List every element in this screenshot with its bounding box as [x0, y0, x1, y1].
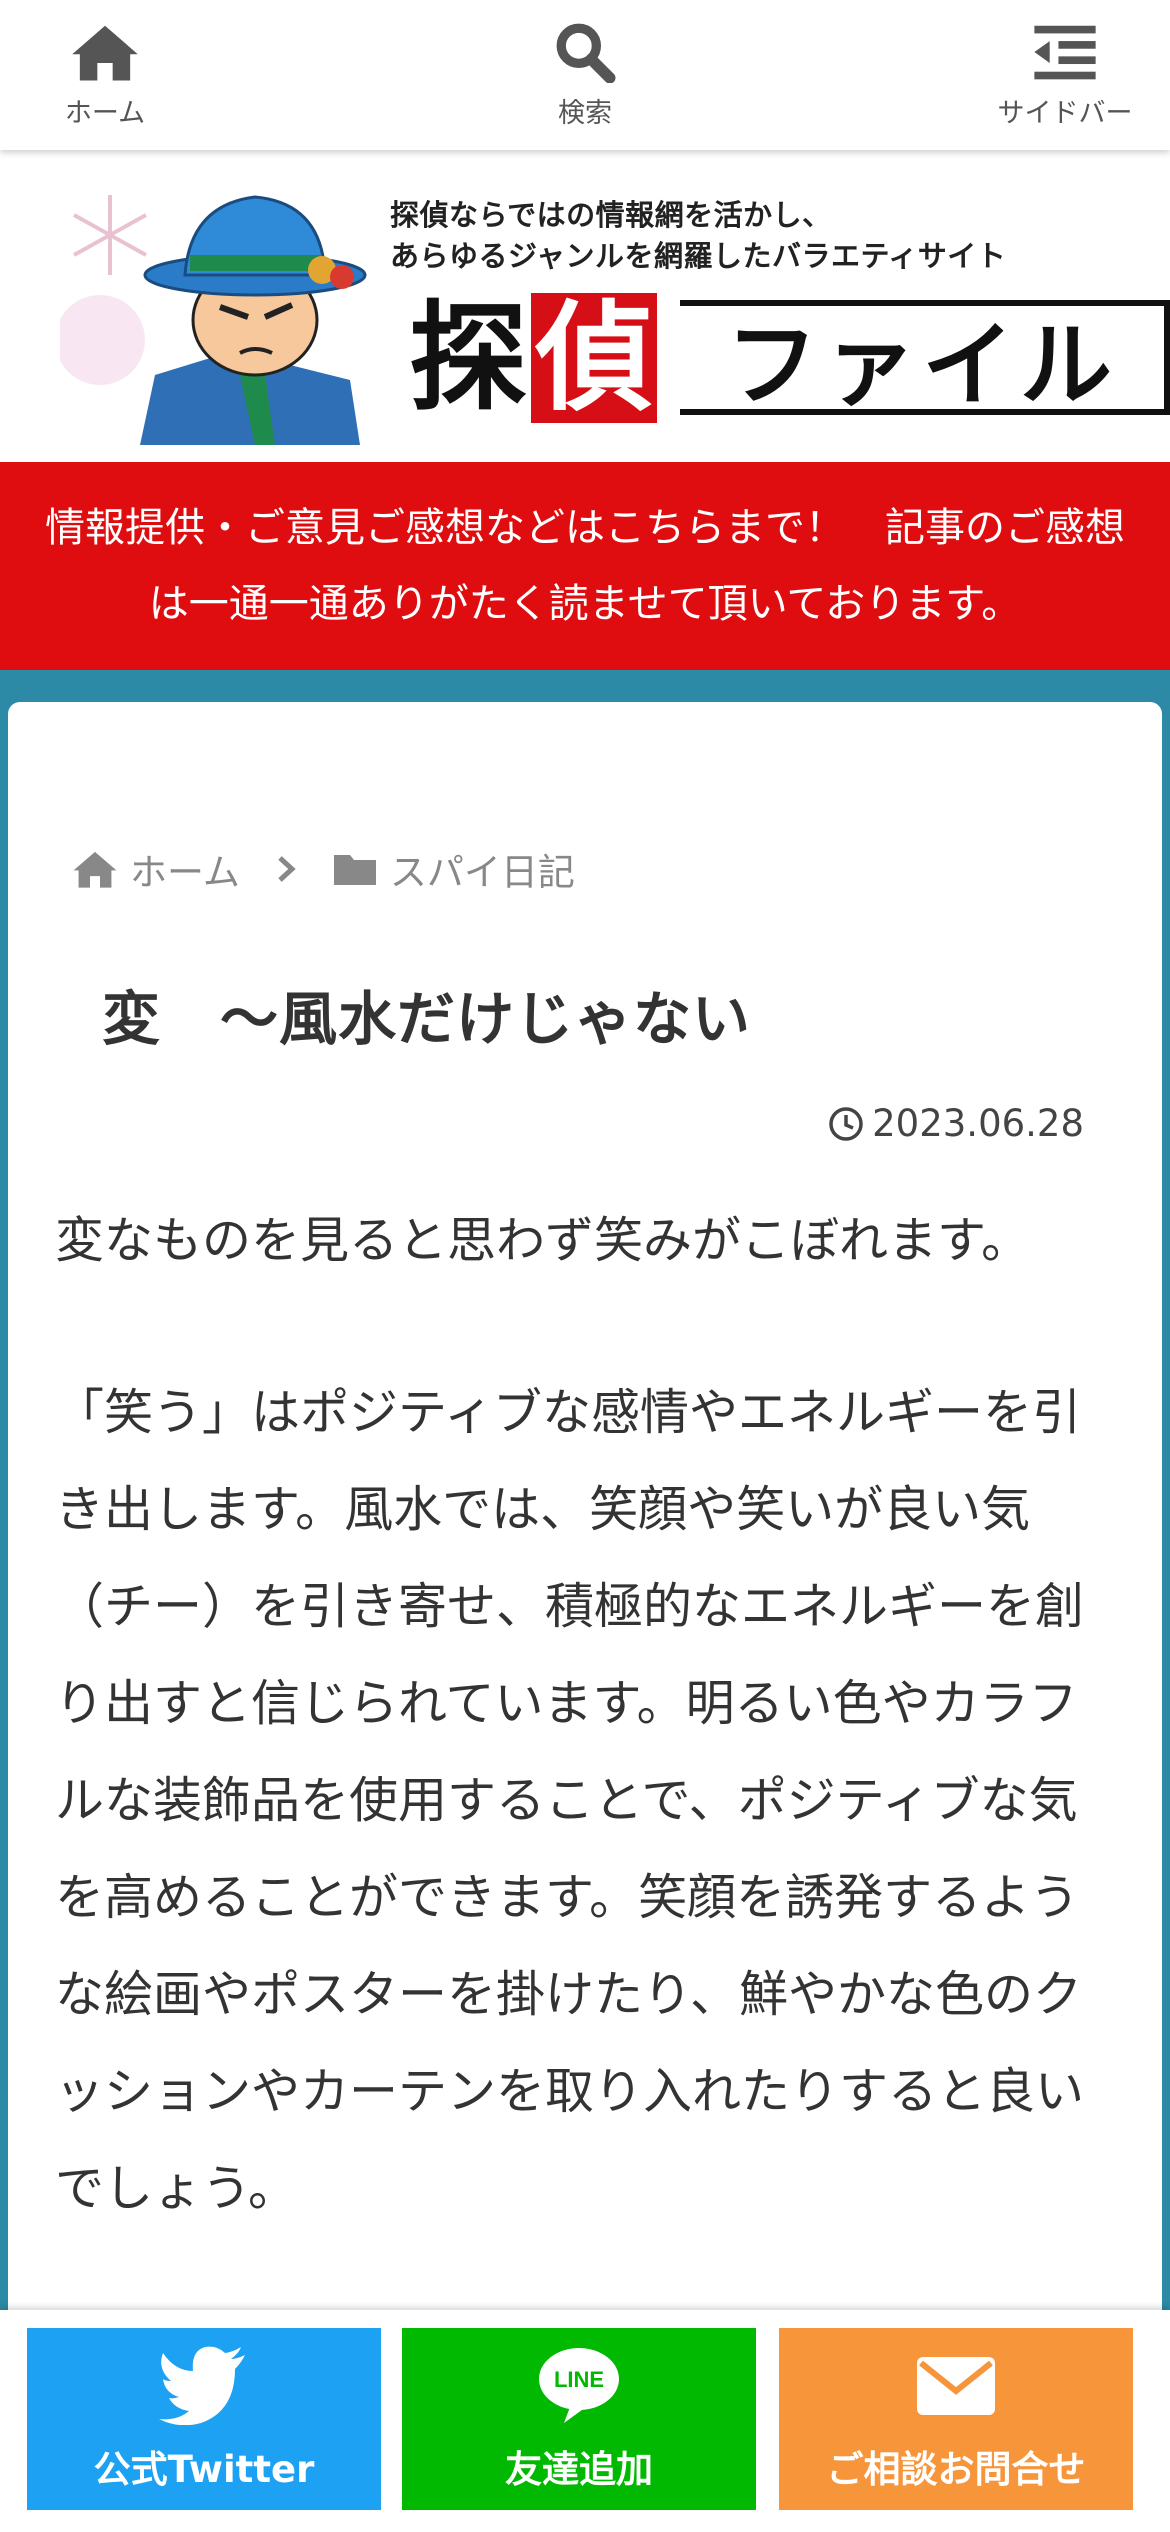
article-card: ホーム スパイ日記 変 ～風水だけじゃない 2023.06.28 変なものを見る…	[8, 702, 1162, 2532]
logo-char-1: 探	[409, 288, 528, 427]
home-icon	[73, 851, 117, 888]
clock-icon	[829, 1106, 863, 1141]
twitter-button[interactable]: 公式Twitter	[27, 2328, 381, 2510]
svg-text:LINE: LINE	[554, 2367, 604, 2392]
article-date-text: 2023.06.28	[872, 1102, 1084, 1145]
notice-text: 情報提供・ご意見ご感想などはこちらまで！ 記事のご感想は一通一通ありがたく読ませ…	[45, 505, 1125, 627]
bottom-action-bar: 公式Twitter LINE 友達追加 ご相談お問合せ	[0, 2310, 1170, 2532]
breadcrumb: ホーム スパイ日記	[72, 842, 575, 896]
top-nav-bar: ホーム 検索 サイドバー	[0, 0, 1170, 150]
article-paragraph-1: 変なものを見ると思わず笑みがこぼれます。	[55, 1212, 1031, 1269]
chevron-right-icon	[278, 856, 296, 882]
twitter-bird-icon	[159, 2346, 245, 2425]
folder-icon	[333, 855, 376, 885]
article-body: 変なものを見ると思わず笑みがこぼれます。 「笑う」はポジティブな感情やエネルギー…	[55, 1192, 1095, 2237]
logo-title: 探 偵	[405, 288, 658, 427]
snowflake-decoration	[73, 195, 147, 275]
breadcrumb-category[interactable]: スパイ日記	[332, 842, 575, 896]
contact-button-label: ご相談お問合せ	[826, 2448, 1086, 2491]
article-date: 2023.06.28	[828, 1102, 1084, 1145]
nav-home-button[interactable]: ホーム	[0, 0, 225, 150]
nav-home-label: ホーム	[64, 97, 146, 129]
logo-char-2: 偵	[531, 293, 658, 423]
line-chat-icon: LINE	[539, 2348, 619, 2423]
home-icon	[72, 25, 138, 80]
nav-search-label: 検索	[558, 97, 612, 129]
envelope-icon	[917, 2357, 995, 2415]
article-paragraph-2: 「笑う」はポジティブな感情やエネルギーを引き出します。風水では、笑顔や笑いが良い…	[55, 1384, 1085, 2217]
line-add-friend-button[interactable]: LINE 友達追加	[402, 2328, 756, 2510]
tagline-line1: 探偵ならではの情報網を活かし、	[390, 198, 832, 232]
logo-rest-text: ファイル	[725, 311, 1118, 419]
line-button-label: 友達追加	[505, 2448, 653, 2491]
notice-banner[interactable]: 情報提供・ご意見ご感想などはこちらまで！ 記事のご感想は一通一通ありがたく読ませ…	[0, 462, 1170, 670]
logo-title-box: ファイル	[680, 300, 1170, 419]
nav-sidebar-button[interactable]: サイドバー	[945, 0, 1170, 150]
breadcrumb-home-label: ホーム	[130, 851, 240, 894]
breadcrumb-category-label: スパイ日記	[389, 851, 575, 894]
detective-mascot-image	[60, 195, 367, 445]
twitter-button-label: 公式Twitter	[93, 2448, 315, 2491]
site-logo[interactable]: 探偵ならではの情報網を活かし、 あらゆるジャンルを網羅したバラエティサイト 探 …	[60, 175, 1170, 445]
sidebar-menu-icon	[1034, 25, 1096, 79]
search-icon	[556, 23, 616, 83]
site-tagline: 探偵ならではの情報網を活かし、 あらゆるジャンルを網羅したバラエティサイト	[390, 195, 1006, 277]
tagline-line2: あらゆるジャンルを網羅したバラエティサイト	[390, 239, 1007, 273]
nav-sidebar-label: サイドバー	[997, 97, 1133, 129]
contact-button[interactable]: ご相談お問合せ	[779, 2328, 1133, 2510]
breadcrumb-home[interactable]: ホーム	[72, 842, 240, 896]
site-header: 探偵ならではの情報網を活かし、 あらゆるジャンルを網羅したバラエティサイト 探 …	[0, 150, 1170, 462]
nav-search-button[interactable]: 検索	[465, 0, 705, 150]
article-title: 変 ～風水だけじゃない	[102, 985, 752, 1053]
